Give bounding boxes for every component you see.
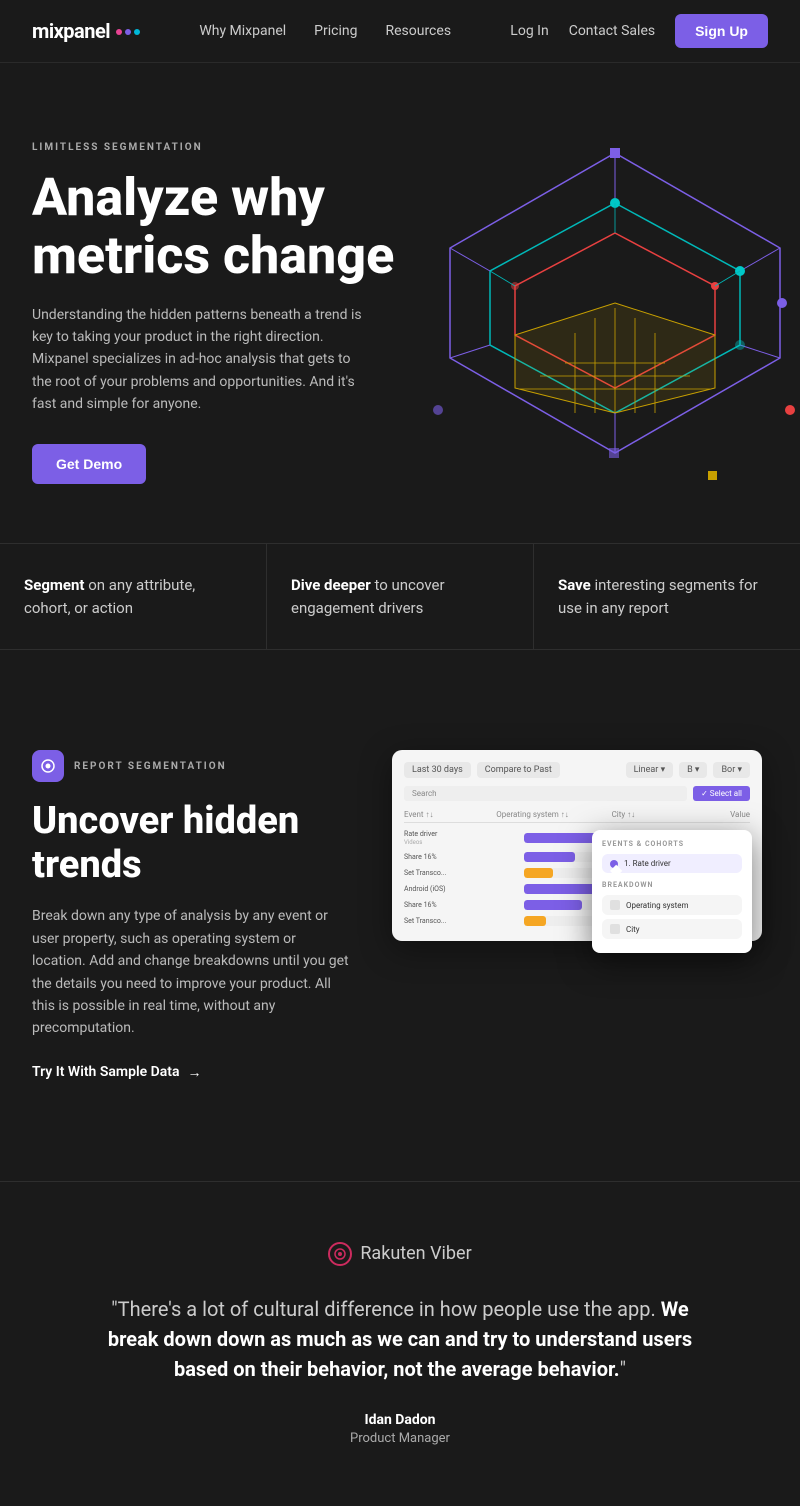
logo-dot-1 xyxy=(116,29,122,35)
rakuten-logo: Rakuten Viber xyxy=(80,1242,720,1266)
report-content: REPORT SEGMENTATION Uncover hidden trend… xyxy=(32,750,352,1081)
nav-actions: Log In Contact Sales Sign Up xyxy=(510,14,768,48)
features-strip: Segment on any attribute, cohort, or act… xyxy=(0,543,800,650)
nav-pricing[interactable]: Pricing xyxy=(314,23,357,39)
feature-dive-bold: Dive deeper xyxy=(291,576,371,594)
dashboard-header: Last 30 days Compare to Past Linear ▾ B … xyxy=(404,762,750,778)
overlay-breakdown-os[interactable]: Operating system xyxy=(602,895,742,915)
logo-dots xyxy=(116,29,140,35)
overlay-events-title: EVENTS & COHORTS xyxy=(602,840,742,848)
section-label: REPORT SEGMENTATION xyxy=(32,750,352,782)
try-link-text: Try It With Sample Data xyxy=(32,1064,179,1080)
feature-dive: Dive deeper to uncover engagement driver… xyxy=(267,544,534,649)
hero-section: LIMITLESS SEGMENTATION Analyze why metri… xyxy=(0,63,800,543)
dashboard-table-header: Event ↑↓ Operating system ↑↓ City ↑↓ Val… xyxy=(404,807,750,823)
quote-end: " xyxy=(620,1357,626,1381)
logo: mixpanel xyxy=(32,19,140,43)
section-label-text: REPORT SEGMENTATION xyxy=(74,761,227,772)
arrow-icon: → xyxy=(187,1064,201,1081)
overlay-event-item[interactable]: ◆ 1. Rate driver xyxy=(602,854,742,873)
login-link[interactable]: Log In xyxy=(510,23,548,39)
hero-label: LIMITLESS SEGMENTATION xyxy=(32,142,412,153)
filter-days[interactable]: Last 30 days xyxy=(404,762,471,778)
contact-sales-link[interactable]: Contact Sales xyxy=(569,23,655,39)
testimonial-quote: "There's a lot of cultural difference in… xyxy=(90,1294,710,1384)
overlay-breakdown-title: BREAKDOWN xyxy=(602,881,742,889)
filter-b[interactable]: B ▾ xyxy=(679,762,707,778)
report-title: Uncover hidden trends xyxy=(32,800,352,887)
report-icon xyxy=(40,758,56,774)
overlay-dot: ◆ xyxy=(610,860,618,868)
author-name: Idan Dadon xyxy=(80,1412,720,1428)
filter-compare[interactable]: Compare to Past xyxy=(477,762,560,778)
os-icon xyxy=(610,900,620,910)
dashboard-graphic: Last 30 days Compare to Past Linear ▾ B … xyxy=(392,750,768,990)
logo-dot-3 xyxy=(134,29,140,35)
overlay-os-text: Operating system xyxy=(626,901,689,910)
feature-save: Save interesting segments for use in any… xyxy=(534,544,800,649)
report-section: REPORT SEGMENTATION Uncover hidden trend… xyxy=(0,710,800,1121)
nav-links: Why Mixpanel Pricing Resources xyxy=(199,23,451,39)
hero-content: LIMITLESS SEGMENTATION Analyze why metri… xyxy=(32,142,412,483)
dashboard-overlay: EVENTS & COHORTS ◆ 1. Rate driver BREAKD… xyxy=(592,830,752,953)
testimonial-author: Idan Dadon Product Manager xyxy=(80,1412,720,1446)
try-sample-data-link[interactable]: Try It With Sample Data → xyxy=(32,1064,352,1081)
nav-resources[interactable]: Resources xyxy=(385,23,451,39)
hero-description: Understanding the hidden patterns beneat… xyxy=(32,304,372,416)
author-title: Product Manager xyxy=(350,1431,450,1446)
quote-start: "There's a lot of cultural difference in… xyxy=(111,1297,660,1321)
feature-segment-bold: Segment xyxy=(24,576,84,594)
get-demo-button[interactable]: Get Demo xyxy=(32,444,146,484)
rakuten-brand: Rakuten Viber xyxy=(360,1243,471,1264)
overlay-city-text: City xyxy=(626,925,640,934)
nav-why-mixpanel[interactable]: Why Mixpanel xyxy=(199,23,286,39)
testimonial-section: Rakuten Viber "There's a lot of cultural… xyxy=(0,1181,800,1506)
rakuten-icon xyxy=(328,1242,352,1266)
hero-graphic xyxy=(420,123,800,483)
navbar: mixpanel Why Mixpanel Pricing Resources … xyxy=(0,0,800,63)
signup-button[interactable]: Sign Up xyxy=(675,14,768,48)
feature-save-bold: Save xyxy=(558,576,591,594)
filter-bor[interactable]: Bor ▾ xyxy=(713,762,750,778)
city-icon xyxy=(610,924,620,934)
logo-text: mixpanel xyxy=(32,19,110,43)
hero-title: Analyze why metrics change xyxy=(32,169,412,283)
overlay-event-text: 1. Rate driver xyxy=(624,859,671,868)
section-icon xyxy=(32,750,64,782)
feature-segment: Segment on any attribute, cohort, or act… xyxy=(0,544,267,649)
overlay-breakdown-city[interactable]: City xyxy=(602,919,742,939)
report-description: Break down any type of analysis by any e… xyxy=(32,905,352,1039)
filter-linear[interactable]: Linear ▾ xyxy=(626,762,673,778)
hex-diagram xyxy=(420,123,800,483)
logo-dot-2 xyxy=(125,29,131,35)
